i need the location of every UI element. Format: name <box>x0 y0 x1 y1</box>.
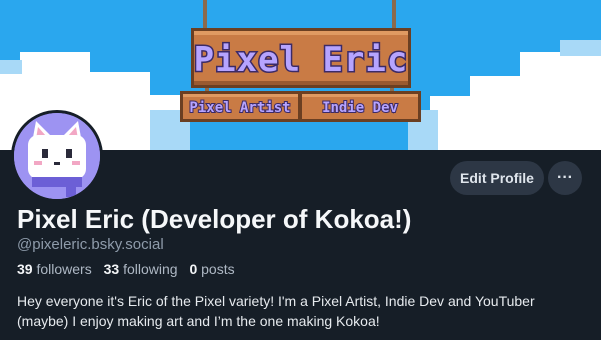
sign-subtitle-left: Pixel Artist <box>189 100 290 116</box>
banner-subsign: Pixel Artist Indie Dev <box>180 91 421 122</box>
followers-link[interactable]: 39 followers <box>17 261 92 277</box>
profile-stats: 39 followers 33 following 0 posts <box>17 261 235 277</box>
more-options-button[interactable]: ··· <box>548 161 582 195</box>
posts-stat: 0 posts <box>189 261 234 277</box>
profile-handle: @pixeleric.bsky.social <box>17 236 164 253</box>
posts-count: 0 <box>189 261 198 277</box>
followers-count: 39 <box>17 261 33 277</box>
following-label: following <box>123 261 178 277</box>
edit-profile-button[interactable]: Edit Profile <box>450 161 544 195</box>
following-count: 33 <box>103 261 120 277</box>
banner-sign: Pixel Eric <box>191 28 411 88</box>
following-link[interactable]: 33 following <box>104 261 178 277</box>
profile-bio: Hey everyone it's Eric of the Pixel vari… <box>17 293 535 329</box>
white-cat-mascot-icon <box>14 113 100 199</box>
avatar[interactable] <box>11 110 103 202</box>
ellipsis-icon: ··· <box>557 169 573 186</box>
sign-title: Pixel Eric <box>194 40 409 80</box>
display-name: Pixel Eric (Developer of Kokoa!) <box>17 204 412 234</box>
posts-label: posts <box>201 261 235 277</box>
sign-subtitle-right: Indie Dev <box>322 100 398 116</box>
followers-label: followers <box>36 261 92 277</box>
